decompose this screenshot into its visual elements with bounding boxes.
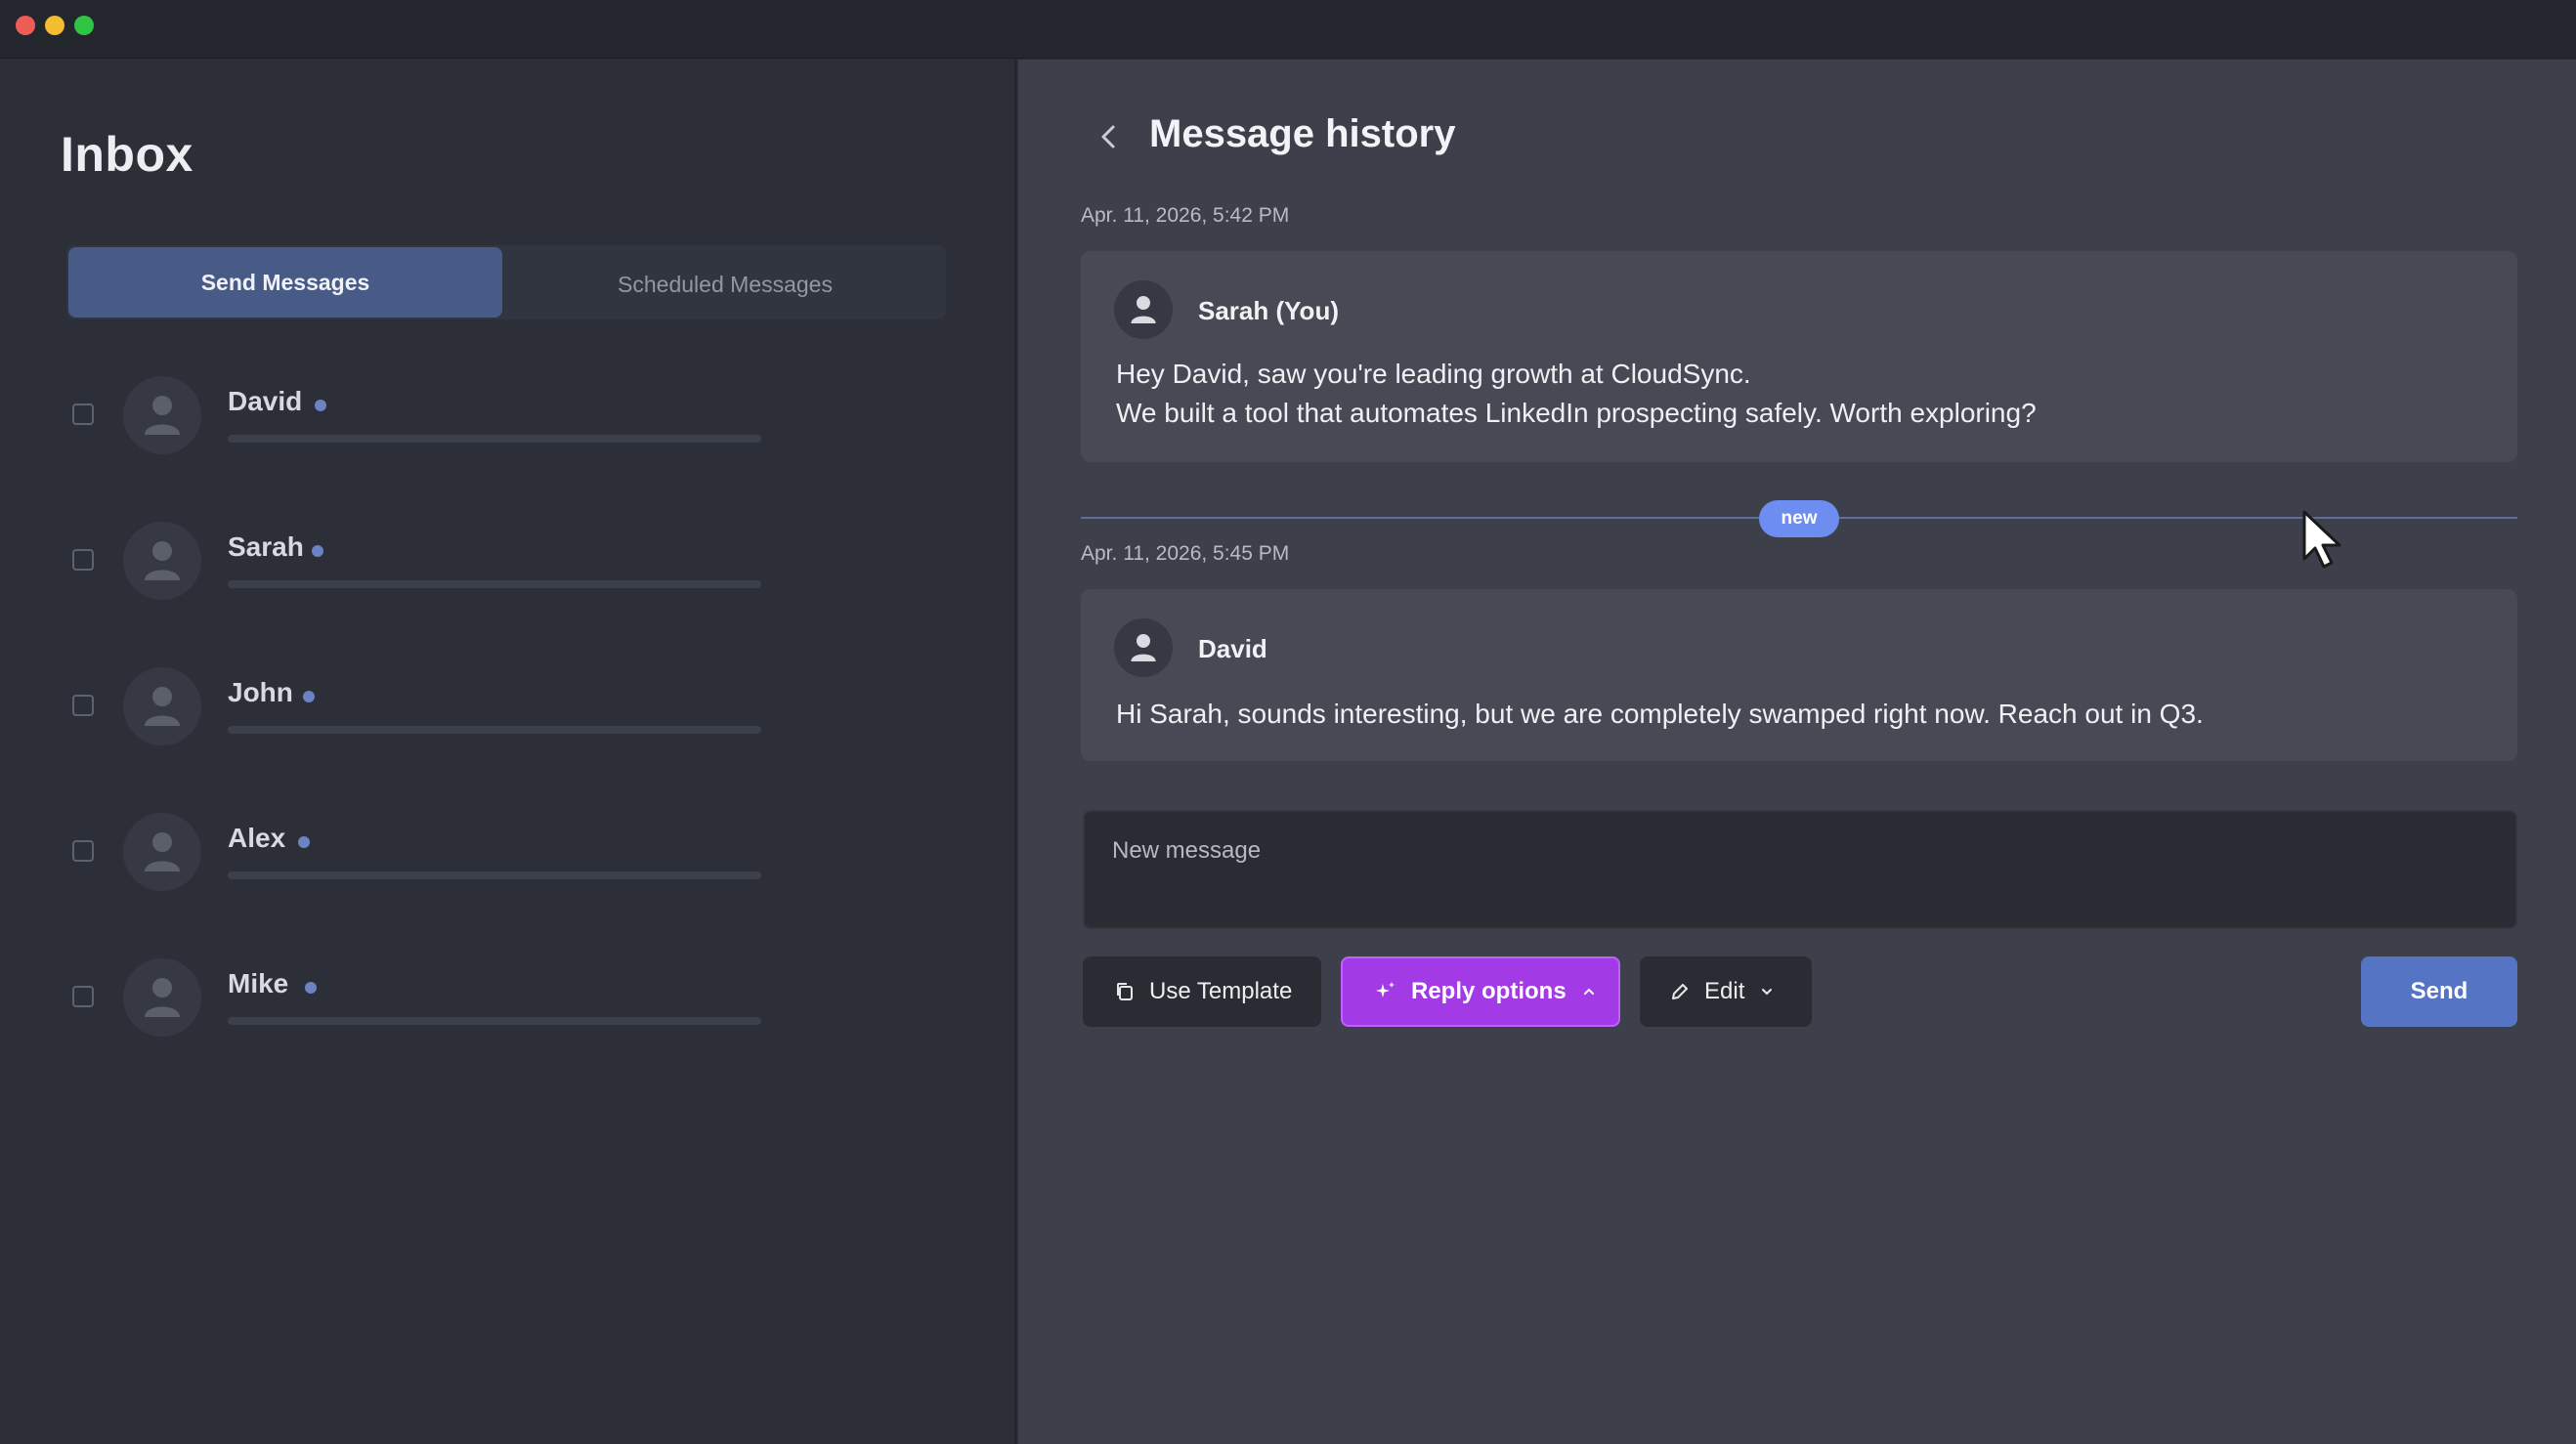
online-status-dot [298,836,310,848]
sparkles-icon [1374,980,1397,1003]
avatar [123,667,201,745]
contact-item-alex[interactable]: Alex [0,789,1016,934]
message-sender: Sarah (You) [1198,296,1339,325]
message-body: Hi Sarah, sounds interesting, but we are… [1116,695,2204,734]
message-sender: David [1198,634,1267,663]
message-card-david: David Hi Sarah, sounds interesting, but … [1081,589,2517,761]
tab-scheduled-messages[interactable]: Scheduled Messages [508,251,942,318]
inbox-title: Inbox [61,127,193,182]
page-title: Message history [1149,112,1456,155]
chevron-up-icon [1582,985,1596,998]
window-titlebar [0,0,2576,59]
contact-name: Mike [228,968,289,998]
contact-checkbox[interactable] [72,549,94,571]
sidebar: Inbox Send Messages Scheduled Messages D… [0,60,1016,1444]
minimize-window-button[interactable] [45,16,64,35]
user-icon [1131,634,1156,661]
avatar [1114,618,1173,677]
user-icon [145,541,180,580]
avatar [123,958,201,1037]
contact-checkbox[interactable] [72,695,94,716]
message-preview-placeholder [228,580,761,588]
avatar [123,813,201,891]
user-icon [1131,296,1156,323]
reply-options-label: Reply options [1411,978,1567,1004]
message-timestamp: Apr. 11, 2026, 5:45 PM [1081,542,1290,565]
message-tabs: Send Messages Scheduled Messages [66,245,946,319]
contact-name: David [228,386,303,416]
message-body: Hey David, saw you're leading growth at … [1116,355,2037,433]
edit-button[interactable]: Edit [1640,956,1812,1027]
contact-checkbox[interactable] [72,403,94,425]
contact-name: Sarah [228,531,304,562]
copy-icon [1114,981,1136,1002]
user-icon [145,396,180,435]
contact-item-sarah[interactable]: Sarah [0,498,1016,643]
message-preview-placeholder [228,726,761,734]
new-message-input[interactable] [1112,833,2480,869]
message-preview-placeholder [228,871,761,879]
avatar [123,376,201,454]
message-line: Hey David, saw you're leading growth at … [1116,359,1751,389]
back-button[interactable] [1095,122,1124,151]
user-icon [145,687,180,726]
contact-item-mike[interactable]: Mike [0,935,1016,1080]
contact-item-john[interactable]: John [0,644,1016,788]
message-timestamp: Apr. 11, 2026, 5:42 PM [1081,204,1290,227]
pencil-icon [1669,981,1691,1002]
avatar [1114,280,1173,339]
contact-name: John [228,677,293,707]
use-template-label: Use Template [1149,978,1293,1004]
mouse-pointer-icon [2302,510,2345,575]
reply-options-button[interactable]: Reply options [1341,956,1620,1027]
message-line: We built a tool that automates LinkedIn … [1116,398,2037,428]
contact-name: Alex [228,823,286,853]
avatar [123,522,201,600]
message-line: Hi Sarah, sounds interesting, but we are… [1116,699,2204,729]
send-button[interactable]: Send [2361,956,2517,1027]
chevron-left-icon [1101,125,1115,149]
new-badge: new [1759,500,1839,537]
maximize-window-button[interactable] [74,16,94,35]
new-message-composer [1083,810,2517,929]
edit-label: Edit [1704,978,1745,1004]
chevron-down-icon [1760,985,1774,998]
message-preview-placeholder [228,1017,761,1025]
contact-checkbox[interactable] [72,986,94,1007]
close-window-button[interactable] [16,16,35,35]
user-icon [145,832,180,871]
tab-send-messages[interactable]: Send Messages [68,247,502,318]
online-status-dot [315,400,326,411]
use-template-button[interactable]: Use Template [1083,956,1321,1027]
contact-checkbox[interactable] [72,840,94,862]
user-icon [145,978,180,1017]
message-card-sarah: Sarah (You) Hey David, saw you're leadin… [1081,251,2517,462]
message-preview-placeholder [228,435,761,443]
message-history-panel: Message history Apr. 11, 2026, 5:42 PM S… [1018,60,2576,1444]
online-status-dot [303,691,315,702]
online-status-dot [305,982,317,994]
online-status-dot [312,545,323,557]
contact-item-david[interactable]: David [0,353,1016,497]
